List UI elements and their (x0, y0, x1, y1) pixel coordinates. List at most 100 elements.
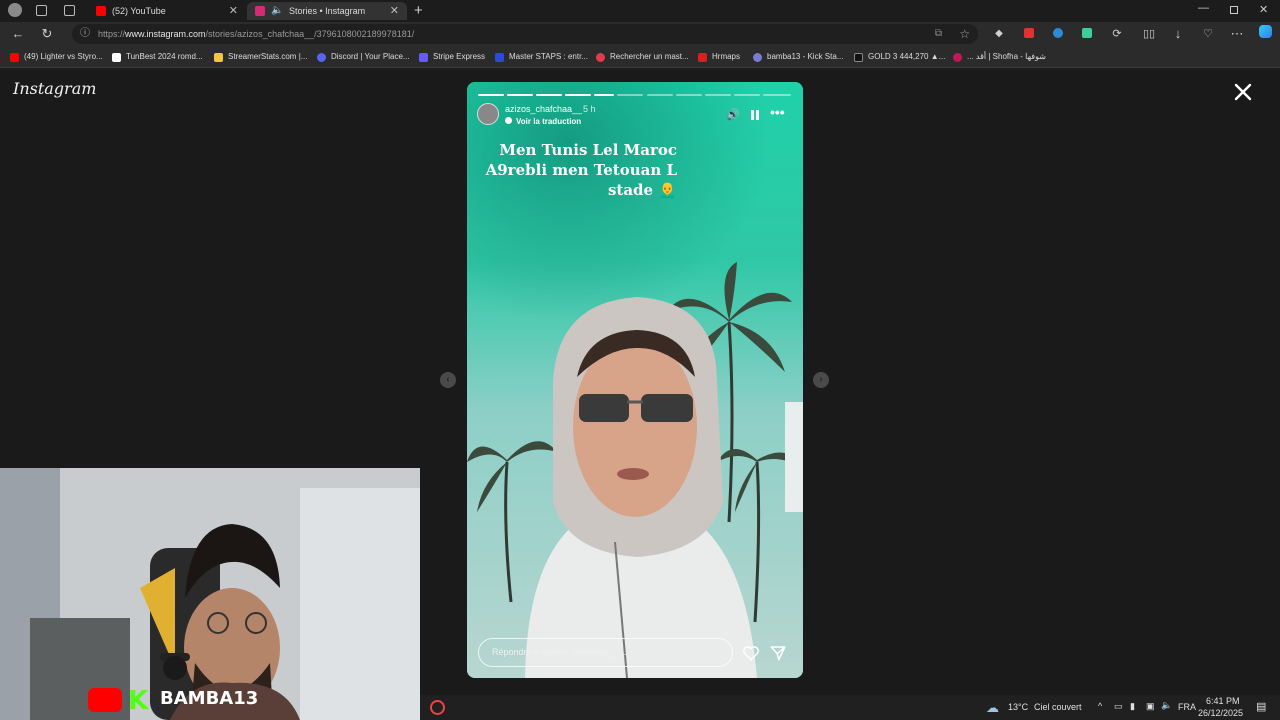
speaker-icon[interactable]: 🔈 (271, 2, 283, 20)
weather-condition: Ciel couvert (1034, 702, 1082, 712)
bookmark-item[interactable]: StreamerStats.com |... (214, 50, 307, 64)
like-heart-icon[interactable] (742, 644, 760, 662)
instagram-logo[interactable]: Instagram (13, 79, 96, 98)
maximize-button[interactable] (1230, 6, 1238, 14)
youtube-icon (96, 6, 106, 16)
weather-icon: ☁ (986, 700, 999, 715)
browser-essentials-icon[interactable]: ♡ (1199, 25, 1217, 43)
bookmark-item[interactable]: TunBest 2024 romd... (112, 50, 203, 64)
bookmark-item[interactable]: Hrmaps (698, 50, 740, 64)
url-path: /stories/azizos_chafchaa__/3796108002189… (205, 29, 415, 39)
next-story-icon[interactable]: › (813, 372, 829, 388)
stripe-icon (419, 53, 428, 62)
tab-bar: (52) YouTube ✕ 🔈 Stories • Instagram ✕ +… (0, 0, 1280, 22)
hidden-icons-chevron-icon[interactable]: ^ (1098, 701, 1102, 711)
url-domain: www.instagram.com (125, 29, 206, 39)
language-indicator[interactable]: FRA (1178, 702, 1196, 712)
story-progress-segment (647, 94, 673, 96)
more-options-icon[interactable]: ••• (770, 104, 785, 120)
webcam-feed (0, 468, 420, 720)
instagram-icon (255, 6, 265, 16)
shofha-icon (953, 53, 962, 62)
translate-icon (505, 117, 512, 124)
back-button[interactable]: ← (9, 25, 27, 43)
story-progress-segment (507, 94, 533, 96)
master-icon (495, 53, 504, 62)
downloads-icon[interactable]: ↓ (1169, 25, 1187, 43)
volume-icon[interactable]: 🔊 (726, 108, 740, 121)
vertical-tabs-icon[interactable] (64, 5, 75, 16)
youtube-icon (88, 688, 122, 712)
bookmark-item[interactable]: Discord | Your Place... (317, 50, 410, 64)
clock-date[interactable]: 26/12/2025 (1198, 708, 1243, 718)
story-card[interactable]: azizos_chafchaa__ 5 h Voir la traduction… (467, 82, 803, 678)
bookmark-item[interactable]: ... أقد | Shofha - شوفها (953, 50, 1046, 64)
extensions-puzzle-icon[interactable]: ⟳ (1108, 25, 1126, 43)
bookmark-item[interactable]: GOLD 3 444,270 ▲... (854, 50, 945, 64)
url-prefix: https:// (98, 29, 126, 39)
tab-instagram[interactable]: 🔈 Stories • Instagram ✕ (247, 2, 407, 20)
tab-label: Stories • Instagram (289, 6, 366, 16)
split-screen-icon[interactable]: ▯▯ (1140, 25, 1158, 43)
pause-icon[interactable] (751, 110, 759, 120)
extension-shield-icon[interactable] (1020, 25, 1038, 43)
menu-dots-icon[interactable]: ⋯ (1228, 25, 1246, 43)
story-progress-segment (536, 94, 562, 96)
weather-temperature: 13°C (1008, 702, 1029, 712)
navigation-bar: ← ↻ ⓘ https://www.instagram.com/stories/… (0, 22, 1280, 46)
close-tab-icon[interactable]: ✕ (229, 2, 238, 20)
profile-avatar-icon[interactable] (8, 3, 22, 17)
send-direct-icon[interactable] (769, 644, 787, 662)
bookmark-item[interactable]: Master STAPS : entr... (495, 50, 588, 64)
extension-blue-icon[interactable] (1049, 25, 1067, 43)
see-translation-link[interactable]: Voir la traduction (516, 117, 581, 126)
reply-input[interactable]: Répondre à azizos_chafchaa__... (478, 638, 733, 667)
bookmark-item[interactable]: Rechercher un mast... (596, 50, 689, 64)
taskbar: ☁ 13°C Ciel couvert ^ ▭ ▮ ▣ 🔈 FRA 6:41 P… (420, 695, 1280, 720)
close-window-button[interactable]: ✕ (1259, 3, 1268, 16)
previous-story-icon[interactable]: ‹ (440, 372, 456, 388)
bar-chart-icon (214, 53, 223, 62)
chrome-taskbar-icon[interactable] (430, 700, 445, 715)
bookmark-item[interactable]: bamba13 - Kick Sta... (753, 50, 843, 64)
extension-green-icon[interactable] (1078, 25, 1096, 43)
notifications-icon[interactable]: ▤ (1256, 700, 1266, 713)
discord-icon (317, 53, 326, 62)
page-icon (112, 53, 121, 62)
extension-diamond-icon[interactable]: ◆ (990, 25, 1008, 43)
display-icon[interactable]: ▣ (1146, 701, 1155, 712)
reload-button[interactable]: ↻ (38, 25, 56, 43)
open-in-app-icon[interactable]: ⧉ (935, 24, 942, 44)
story-progress-segment (763, 94, 791, 96)
minimize-button[interactable]: — (1198, 2, 1209, 14)
avatar[interactable] (477, 103, 499, 125)
youtube-icon (10, 53, 19, 62)
address-bar[interactable]: ⓘ https://www.instagram.com/stories/aziz… (72, 24, 978, 44)
channel-name: BAMBA13 (160, 688, 259, 709)
workspaces-icon[interactable] (36, 5, 47, 16)
story-username[interactable]: azizos_chafchaa__ (505, 104, 582, 114)
kick-icon: K (128, 686, 149, 716)
bookmark-item[interactable]: Stripe Express (419, 50, 485, 64)
speaker-icon[interactable]: 🔈 (1161, 700, 1172, 711)
new-tab-button[interactable]: + (414, 2, 423, 19)
site-info-icon[interactable]: ⓘ (80, 24, 90, 44)
tab-youtube[interactable]: (52) YouTube ✕ (88, 2, 246, 20)
story-progress-segment (565, 94, 591, 96)
story-progress-segment (705, 94, 731, 96)
bookmark-item[interactable]: (49) Lighter vs Styro... (10, 50, 103, 64)
close-tab-icon[interactable]: ✕ (390, 2, 399, 20)
network-icon[interactable]: ▭ (1114, 701, 1123, 712)
story-caption: Men Tunis Lel Maroc A9rebli men Tetouan … (467, 140, 803, 200)
caption-line: A9rebli men Tetouan L (485, 161, 677, 179)
story-progress-segment (594, 94, 614, 96)
clock-time[interactable]: 6:41 PM (1206, 696, 1240, 706)
copilot-icon[interactable] (1256, 25, 1274, 43)
story-progress-segment (676, 94, 702, 96)
microphone-icon[interactable]: ▮ (1130, 701, 1135, 712)
favorite-star-icon[interactable]: ☆ (959, 24, 970, 44)
story-timestamp: 5 h (583, 104, 596, 114)
hrmaps-icon (698, 53, 707, 62)
close-icon[interactable] (1232, 81, 1254, 103)
story-progress-segment (734, 94, 760, 96)
